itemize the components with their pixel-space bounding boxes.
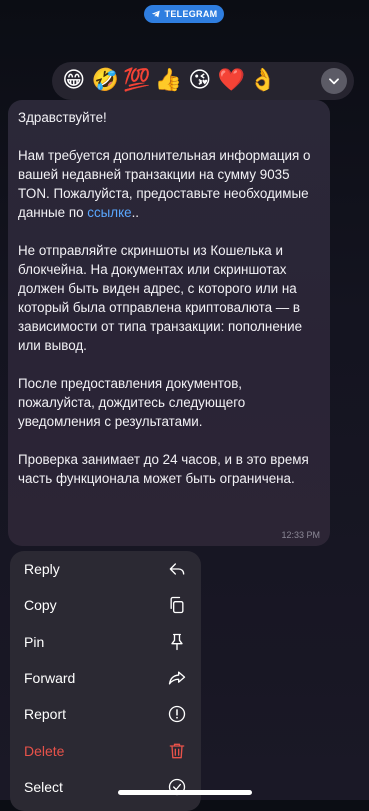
menu-item-forward[interactable]: Forward <box>10 660 201 696</box>
reaction-ok-hand[interactable]: 👌 <box>247 65 279 97</box>
menu-item-label: Select <box>24 778 63 795</box>
message-text: Здравствуйте! Нам требуется дополнительн… <box>18 108 320 488</box>
reaction-thumbs-up[interactable]: 👍 <box>153 65 185 97</box>
reaction-bar: 😁 🤣 💯 👍 😘 ❤️ 👌 <box>52 62 354 100</box>
trash-icon <box>169 743 185 758</box>
pin-icon <box>171 633 183 650</box>
home-indicator[interactable] <box>118 790 252 795</box>
menu-item-label: Pin <box>24 633 45 650</box>
menu-item-label: Report <box>24 706 67 723</box>
message-paragraph-1: Нам требуется дополнительная информация … <box>18 146 320 222</box>
message-paragraph-4: Проверка занимает до 24 часов, и в это в… <box>18 452 309 486</box>
menu-item-reply[interactable]: Reply <box>10 551 201 587</box>
reaction-heart[interactable]: ❤️ <box>216 65 248 97</box>
telegram-plane-icon <box>151 10 160 18</box>
copy-icon <box>170 597 184 614</box>
reaction-rofl[interactable]: 🤣 <box>90 65 122 97</box>
message-bubble[interactable]: Здравствуйте! Нам требуется дополнительн… <box>8 100 330 546</box>
menu-item-copy[interactable]: Copy <box>10 587 201 623</box>
telegram-badge-label: TELEGRAM <box>164 9 218 19</box>
message-paragraph-3: После предоставления документов, пожалуй… <box>18 376 246 429</box>
reply-icon <box>169 563 185 575</box>
context-menu: Reply Copy Pin Forward Report Delete Sel… <box>10 551 201 811</box>
reactions-expand-button[interactable] <box>321 68 347 94</box>
message-timestamp: 12:33 PM <box>281 530 320 540</box>
menu-item-label: Forward <box>24 670 76 687</box>
menu-item-delete[interactable]: Delete <box>10 732 201 768</box>
message-paragraph-1-end: .. <box>131 205 140 220</box>
reaction-grin[interactable]: 😁 <box>58 65 90 97</box>
menu-item-label: Reply <box>24 561 60 578</box>
message-link[interactable]: ссылке <box>87 205 131 220</box>
message-greeting: Здравствуйте! <box>18 110 107 125</box>
reaction-hundred[interactable]: 💯 <box>121 65 153 97</box>
chevron-down-icon <box>329 78 339 85</box>
menu-item-pin[interactable]: Pin <box>10 624 201 660</box>
menu-item-report[interactable]: Report <box>10 696 201 732</box>
report-icon <box>168 706 186 723</box>
message-paragraph-1-text: Нам требуется дополнительная информация … <box>18 148 311 220</box>
forward-icon <box>168 671 186 685</box>
reaction-kiss[interactable]: 😘 <box>184 65 216 97</box>
telegram-badge: TELEGRAM <box>144 5 224 23</box>
menu-item-label: Copy <box>24 597 57 614</box>
menu-item-label: Delete <box>24 742 65 759</box>
message-paragraph-2: Не отправляйте скриншоты из Кошелька и б… <box>18 243 303 353</box>
